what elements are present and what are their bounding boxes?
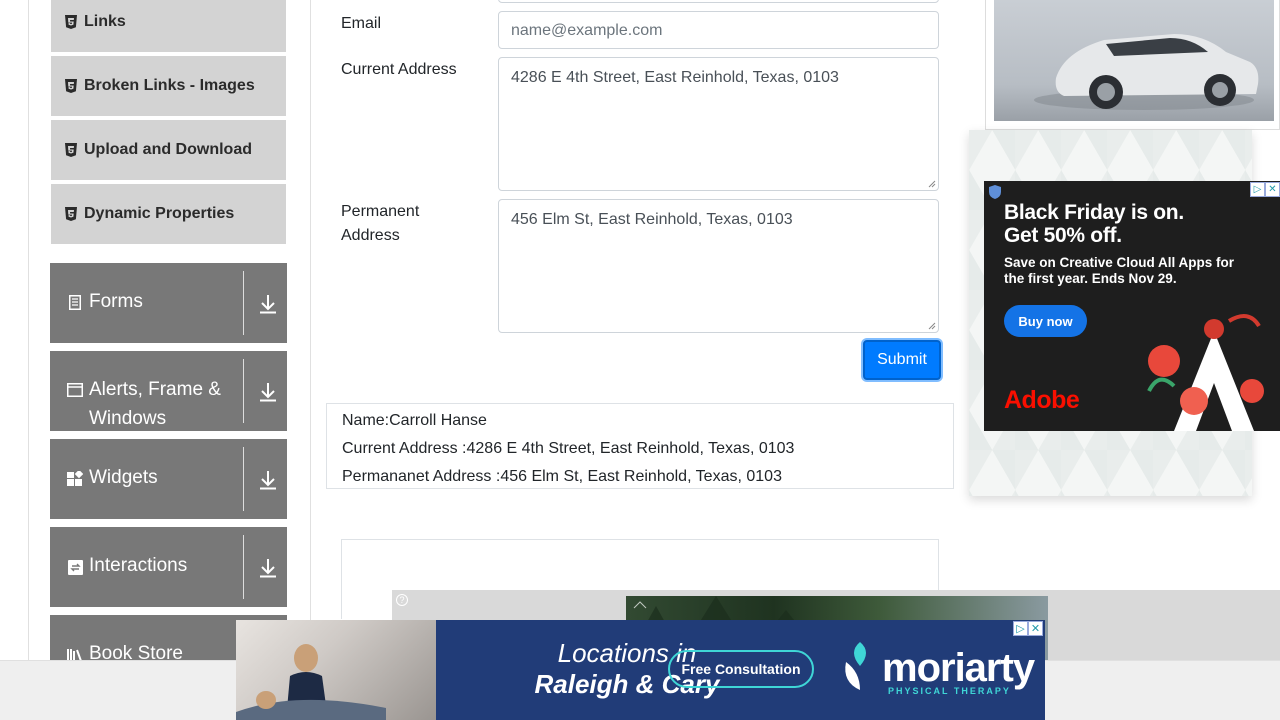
car-ad-image[interactable] <box>994 0 1274 121</box>
permanent-address-label-line: Address <box>341 227 400 244</box>
output-current-address: Current Address :4286 E 4th Street, East… <box>342 440 795 457</box>
resize-handle-icon[interactable] <box>928 322 936 330</box>
adobe-headline-line: Get 50% off. <box>1004 224 1122 247</box>
adobe-headline: Black Friday is on. Get 50% off. <box>1004 201 1184 247</box>
left-divider <box>28 0 29 720</box>
permanent-address-field[interactable]: 456 Elm St, East Reinhold, Texas, 0103 <box>498 199 939 333</box>
close-icon[interactable]: ✕ <box>1265 182 1280 197</box>
html5-icon <box>65 207 77 221</box>
submit-button[interactable]: Submit <box>863 340 941 380</box>
shield-icon <box>987 184 1002 199</box>
moriarty-logo-subtext: PHYSICAL THERAPY <box>888 686 1011 696</box>
permanent-address-label: Permanent Address <box>341 200 419 248</box>
sidebar-divider <box>310 0 311 720</box>
sidebar-item-dynamic-properties[interactable]: Dynamic Properties <box>51 184 286 246</box>
download-arrow-icon[interactable] <box>259 558 277 578</box>
sidebar-item-label: Broken Links - Images <box>84 77 255 94</box>
download-arrow-icon[interactable] <box>259 470 277 490</box>
sidebar-group-label: Interactions <box>89 555 188 576</box>
current-address-value: 4286 E 4th Street, East Reinhold, Texas,… <box>511 69 839 86</box>
adobe-headline-line: Black Friday is on. <box>1004 201 1184 224</box>
current-address-field[interactable]: 4286 E 4th Street, East Reinhold, Texas,… <box>498 57 939 191</box>
moriarty-logo-icon <box>845 642 866 690</box>
permanent-address-label-line: Permanent <box>341 203 420 220</box>
adchoices-icon[interactable]: ▷ <box>1250 182 1265 197</box>
download-arrow-icon[interactable] <box>259 382 277 402</box>
sidebar-group-widgets[interactable]: Widgets <box>50 439 287 519</box>
permanent-address-value: 456 Elm St, East Reinhold, Texas, 0103 <box>511 211 793 228</box>
sidebar-item-label: Links <box>84 13 126 30</box>
sidebar-group-forms[interactable]: Forms <box>50 263 287 343</box>
interactions-icon <box>67 559 83 575</box>
email-label: Email <box>341 15 382 32</box>
current-address-label: Current Address <box>341 61 457 78</box>
moriarty-logo-text: moriarty <box>882 646 1035 690</box>
adchoices-icon[interactable]: ▷ <box>1013 621 1028 636</box>
sidebar-item-upload-download[interactable]: Upload and Download <box>51 120 286 182</box>
output-box: Name:Carroll Hanse Current Address :4286… <box>326 403 954 489</box>
output-name: Name:Carroll Hanse <box>342 412 487 429</box>
sidebar-group-label: Widgets <box>89 467 158 488</box>
sidebar-group-interactions[interactable]: Interactions <box>50 527 287 607</box>
window-icon <box>67 382 83 398</box>
car-illustration <box>1034 34 1259 110</box>
group-separator <box>243 271 244 335</box>
sidebar-group-alerts[interactable]: Alerts, Frame & Windows <box>50 351 287 431</box>
html5-icon <box>65 15 77 29</box>
adobe-subtext: Save on Creative Cloud All Apps for the … <box>1004 255 1235 286</box>
document-icon <box>67 294 83 310</box>
group-separator <box>243 359 244 423</box>
close-icon[interactable]: ✕ <box>1028 621 1043 636</box>
download-arrow-icon[interactable] <box>259 294 277 314</box>
help-icon[interactable]: ? <box>396 594 408 606</box>
sidebar-item-links[interactable]: Links <box>51 0 286 54</box>
buy-now-button[interactable]: Buy now <box>1004 305 1087 337</box>
adobe-ad[interactable]: Black Friday is on. Get 50% off. Save on… <box>984 181 1280 431</box>
sidebar-item-broken-links[interactable]: Broken Links - Images <box>51 56 286 118</box>
resize-handle-icon[interactable] <box>928 180 936 188</box>
sidebar-item-label: Upload and Download <box>84 141 252 158</box>
adobe-brand: Adobe <box>1004 386 1080 414</box>
page: Links Broken Links - Images Upload and D… <box>0 0 1280 720</box>
email-field[interactable]: name@example.com <box>498 11 939 49</box>
group-separator <box>243 447 244 511</box>
widgets-icon <box>67 471 83 487</box>
moriarty-ad[interactable]: Locations in Raleigh & Cary Free Consult… <box>236 620 1045 720</box>
group-separator <box>243 535 244 599</box>
output-permanent-address: Permananet Address :456 Elm St, East Rei… <box>342 468 782 485</box>
sidebar-group-label: Forms <box>89 291 143 312</box>
html5-icon <box>65 79 77 93</box>
sidebar-item-label: Dynamic Properties <box>84 205 235 222</box>
adobe-flower-art <box>1147 314 1264 431</box>
html5-icon <box>65 143 77 157</box>
sidebar-group-label: Alerts, Frame & Windows <box>89 379 221 429</box>
free-consultation-button[interactable]: Free Consultation <box>668 650 814 688</box>
full-name-field[interactable] <box>498 0 939 3</box>
ad-photo <box>236 620 436 720</box>
